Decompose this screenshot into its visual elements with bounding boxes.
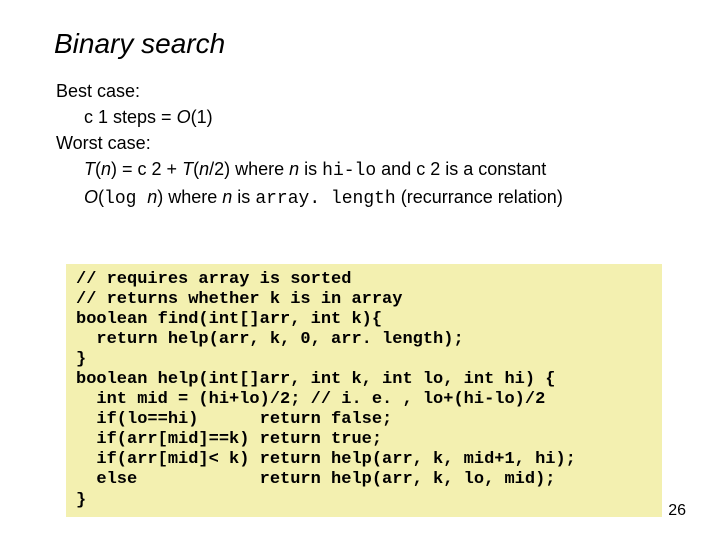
analysis-block: Best case: c 1 steps = O(1) Worst case: …: [56, 78, 563, 212]
rec-p2: ) = c 2 +: [111, 159, 182, 179]
cl-log: log: [104, 189, 147, 209]
cl-code1: array. length: [255, 189, 395, 209]
slide: Binary search Best case: c 1 steps = O(1…: [0, 0, 720, 540]
cl-n1: n: [147, 187, 157, 207]
rec-T2: T: [182, 159, 193, 179]
best-suffix: (1): [191, 107, 213, 127]
code-block: // requires array is sorted // returns w…: [66, 264, 662, 517]
rec-T1: T: [84, 159, 95, 179]
best-case-value: c 1 steps = O(1): [84, 104, 563, 130]
cl-p4: (recurrance relation): [396, 187, 563, 207]
best-prefix: c 1 steps =: [84, 107, 177, 127]
rec-p6: and c 2 is a constant: [376, 159, 546, 179]
rec-n1: n: [101, 159, 111, 179]
best-case-label: Best case:: [56, 78, 563, 104]
rec-n2: n: [199, 159, 209, 179]
page-number: 26: [668, 502, 686, 520]
cl-O: O: [84, 187, 98, 207]
rec-p4: /2) where: [209, 159, 289, 179]
recurrence-line: T(n) = c 2 + T(n/2) where n is hi-lo and…: [84, 156, 563, 184]
rec-n3: n: [289, 159, 299, 179]
rec-code1: hi-lo: [322, 161, 376, 181]
worst-case-label: Worst case:: [56, 130, 563, 156]
closed-form-line: O(log n) where n is array. length (recur…: [84, 184, 563, 212]
best-O: O: [177, 107, 191, 127]
slide-title: Binary search: [54, 28, 225, 60]
cl-p3: is: [232, 187, 255, 207]
cl-n2: n: [222, 187, 232, 207]
rec-p5: is: [299, 159, 322, 179]
cl-p2: ) where: [157, 187, 222, 207]
